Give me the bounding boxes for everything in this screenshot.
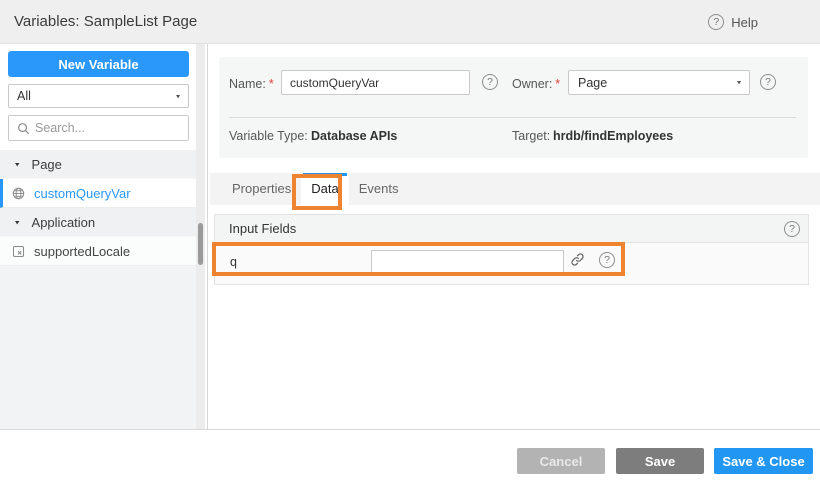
variable-summary-panel: Name:* ? Owner:* Page ▾ ? Variable Type:… [219,57,808,158]
collapse-caret-icon: ▾ [15,218,20,227]
help-button[interactable]: ? Help [708,0,758,44]
tree-item-label: customQueryVar [34,186,131,201]
owner-help-icon[interactable]: ? [760,74,776,90]
variable-editor: Name:* ? Owner:* Page ▾ ? Variable Type:… [208,44,820,429]
search-icon [17,122,30,135]
dialog-footer: Cancel Save Save & Close [0,429,820,489]
save-and-close-button[interactable]: Save & Close [714,448,813,474]
dialog-header: Variables: SampleList Page ? Help [0,0,820,44]
variables-dialog: Variables: SampleList Page ? Help New Va… [0,0,820,489]
input-fields-header: Input Fields ? [215,215,808,243]
owner-label: Owner:* [512,77,560,91]
input-fields-help-icon[interactable]: ? [784,221,800,237]
name-field-box [281,70,470,95]
required-asterisk: * [269,77,274,91]
tree-group-page[interactable]: ▾ Page [0,150,196,179]
field-name-q: q [230,255,237,269]
target-value: hrdb/findEmployees [553,129,673,143]
panel-divider [229,117,796,118]
new-variable-button[interactable]: New Variable [8,51,189,77]
help-circle-icon: ? [708,14,724,30]
section-title: Input Fields [229,221,296,236]
tab-events[interactable]: Events [349,173,409,205]
variable-type-value: Database APIs [311,129,397,143]
variables-tree: ▾ Page customQueryVar ▾ Application [0,150,196,266]
static-variable-icon [12,245,25,258]
save-button[interactable]: Save [616,448,704,474]
help-label: Help [731,15,758,30]
sidebar-empty-area [0,266,196,429]
chevron-down-icon: ▾ [176,92,180,100]
chevron-down-icon: ▾ [737,79,741,87]
sidebar-scrollbar-thumb[interactable] [198,223,203,265]
page-title: Variables: SampleList Page [14,13,197,30]
tree-item-label: supportedLocale [34,244,130,259]
target-label: Target: [512,129,550,143]
tree-group-label: Application [32,215,96,230]
variable-filter-dropdown[interactable]: All ▾ [8,84,189,108]
variable-type-label: Variable Type: [229,129,308,143]
input-fields-body: q ? [215,243,808,284]
tab-properties[interactable]: Properties [222,173,301,205]
tree-item-supportedlocale[interactable]: supportedLocale [0,237,196,266]
variable-search-box[interactable] [8,115,189,141]
tree-item-customqueryvar[interactable]: customQueryVar [0,179,196,208]
required-asterisk: * [555,77,560,91]
q-help-icon[interactable]: ? [599,252,615,268]
input-fields-section: Input Fields ? q ? [214,214,809,285]
search-input[interactable] [35,121,175,135]
tree-group-application[interactable]: ▾ Application [0,208,196,237]
cancel-button[interactable]: Cancel [517,448,605,474]
active-tab-indicator [303,173,346,176]
name-input[interactable] [282,71,469,94]
owner-dropdown[interactable]: Page ▾ [568,70,750,95]
filter-selected-value: All [9,89,176,103]
q-field-box [371,250,564,273]
name-label: Name:* [229,77,274,91]
q-value-input[interactable] [372,251,563,272]
bind-link-icon[interactable] [570,252,585,267]
editor-tabbar: Properties Data Events [210,173,820,205]
tab-data[interactable]: Data [301,173,348,205]
owner-selected-value: Page [569,76,737,90]
service-variable-icon [12,187,25,200]
variables-sidebar: New Variable All ▾ ▾ Page [0,44,208,429]
tree-group-label: Page [32,157,62,172]
name-help-icon[interactable]: ? [482,74,498,90]
collapse-caret-icon: ▾ [15,160,20,169]
